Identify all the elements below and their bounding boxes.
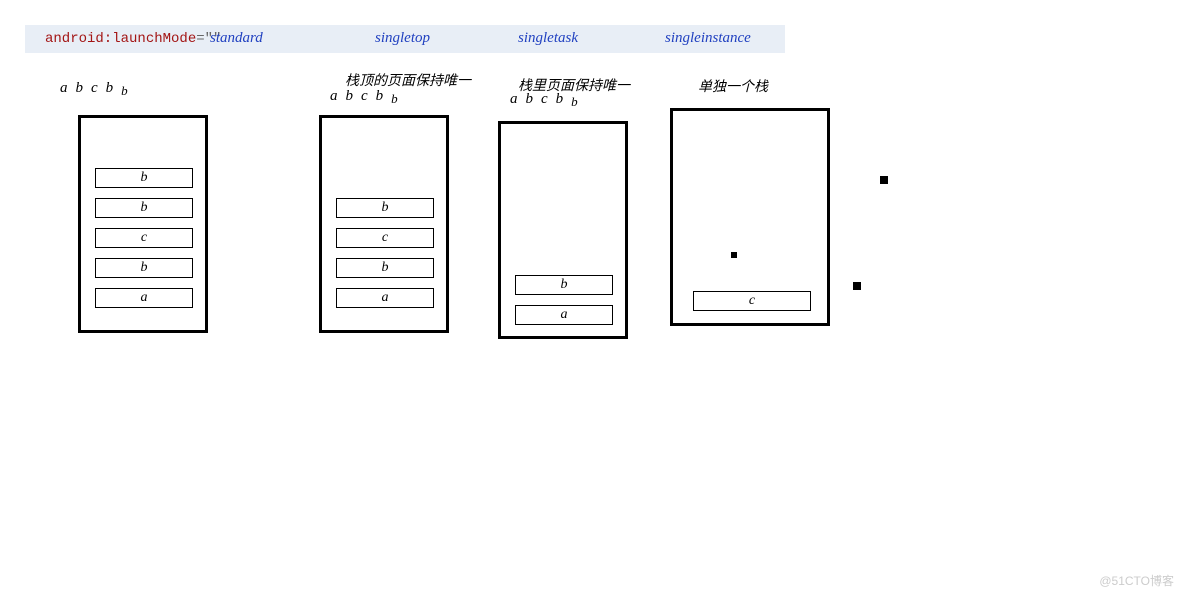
- mode-standard: standard: [210, 30, 263, 47]
- subtitle-singleinstance: 单独一个栈: [698, 76, 768, 96]
- stack-item: b: [95, 168, 193, 188]
- sequence-last: b: [571, 94, 578, 109]
- stack-item: c: [336, 228, 434, 248]
- sequence-main: abcb: [330, 88, 391, 104]
- stack-item: b: [515, 275, 613, 295]
- sequence-last: b: [121, 83, 128, 98]
- stack-item: b: [95, 198, 193, 218]
- sequence-singletask: abcbb: [510, 91, 578, 110]
- dot-icon: [731, 252, 737, 258]
- stack-item: b: [95, 258, 193, 278]
- sequence-standard: abcbb: [60, 80, 128, 99]
- stack-item: c: [95, 228, 193, 248]
- stack-item: a: [95, 288, 193, 308]
- mode-singleinstance: singleinstance: [665, 30, 751, 47]
- sequence-main: abcb: [60, 80, 121, 96]
- dot-icon: [853, 282, 861, 290]
- watermark: @51CTO博客: [1099, 572, 1174, 589]
- code-attribute: android:launchMode: [45, 31, 196, 47]
- stack-singleinstance: c: [670, 108, 830, 326]
- stack-item: a: [515, 305, 613, 325]
- stack-singletop: b c b a: [319, 115, 449, 333]
- dot-icon: [880, 176, 888, 184]
- stack-item: b: [336, 198, 434, 218]
- stack-item: c: [693, 291, 811, 311]
- sequence-main: abcb: [510, 91, 571, 107]
- mode-singletop: singletop: [375, 30, 430, 47]
- stack-singletask: b a: [498, 121, 628, 339]
- sequence-last: b: [391, 91, 398, 106]
- sequence-singletop: abcbb: [330, 88, 398, 107]
- stack-item: b: [336, 258, 434, 278]
- stack-item: a: [336, 288, 434, 308]
- subtitle-singletop: 栈顶的页面保持唯一: [345, 70, 471, 90]
- stack-standard: b b c b a: [78, 115, 208, 333]
- mode-singletask: singletask: [518, 30, 578, 47]
